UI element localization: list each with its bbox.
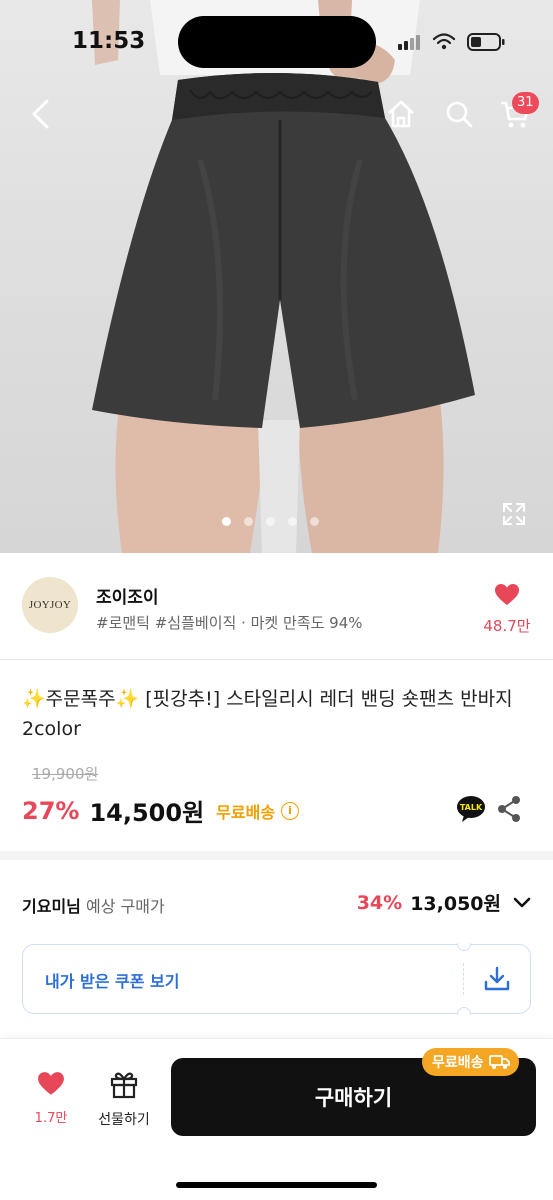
- kakaotalk-share-button[interactable]: TALK: [456, 795, 486, 827]
- expected-price-value: 34% 13,050원: [357, 889, 531, 916]
- search-icon: [446, 101, 473, 128]
- expected-price-caption: 예상 구매가: [85, 897, 165, 916]
- share-icon: [498, 796, 520, 822]
- carousel-indicator: [222, 517, 319, 526]
- carousel-dot[interactable]: [266, 517, 275, 526]
- product-photo: [92, 0, 475, 553]
- dynamic-island: [178, 16, 376, 68]
- carousel-dot[interactable]: [310, 517, 319, 526]
- store-logo[interactable]: JOYJOY: [22, 577, 78, 633]
- expected-price-label: 기요미님 예상 구매가: [22, 893, 165, 917]
- carousel-dot[interactable]: [244, 517, 253, 526]
- status-indicators: [398, 33, 505, 51]
- bottom-action-bar: 1.7만 선물하기 구매하기 무료배송: [0, 1038, 553, 1200]
- expand-image-button[interactable]: [498, 498, 530, 530]
- truck-icon: [488, 1055, 510, 1069]
- coupon-label: 내가 받은 쿠폰 보기: [45, 972, 180, 991]
- user-name: 기요미님: [22, 897, 81, 916]
- store-info[interactable]: JOYJOY 조이조이 #로맨틱 #심플베이직 · 마켓 만족도 94% 48.…: [0, 553, 553, 660]
- expected-price-row[interactable]: 기요미님 예상 구매가 34% 13,050원: [0, 869, 553, 939]
- info-icon[interactable]: i: [281, 801, 300, 820]
- heart-icon: [495, 584, 519, 605]
- home-indicator: [176, 1182, 377, 1188]
- talk-icon: TALK: [457, 796, 485, 822]
- like-count: 1.7만: [34, 1111, 68, 1126]
- back-button[interactable]: [20, 92, 60, 136]
- svg-text:TALK: TALK: [460, 803, 483, 812]
- battery-icon: [467, 33, 505, 51]
- cart-count-badge: 31: [512, 92, 539, 114]
- price-row: 27% 14,500원 무료배송 i: [22, 793, 300, 828]
- free-shipping-badge: 무료배송: [422, 1048, 519, 1076]
- coupon-download-button[interactable]: [483, 965, 511, 997]
- gift-icon: [110, 1072, 138, 1099]
- expected-price: 13,050원: [410, 893, 501, 915]
- home-button[interactable]: [380, 92, 422, 136]
- carousel-dot[interactable]: [288, 517, 297, 526]
- free-shipping-label: 무료배송: [216, 802, 276, 822]
- discount-rate: 27%: [22, 796, 80, 825]
- chevron-left-icon: [32, 99, 49, 129]
- wifi-icon: [432, 33, 456, 45]
- home-icon: [388, 100, 414, 128]
- coupon-notch: [457, 1007, 471, 1015]
- expand-icon: [503, 503, 525, 525]
- carousel-dot[interactable]: [222, 517, 231, 526]
- like-button[interactable]: 1.7만: [24, 1071, 78, 1126]
- status-time: 11:53: [72, 28, 146, 54]
- product-info: ✨주문폭주✨ [핏강추!] 스타일리시 레더 밴딩 숏팬츠 반바지 2color…: [0, 660, 553, 860]
- coupon-divider: [463, 963, 464, 995]
- store-tags: #로맨틱 #심플베이직 · 마켓 만족도 94%: [96, 614, 363, 632]
- store-name[interactable]: 조이조이: [96, 583, 159, 608]
- expected-discount: 34%: [356, 891, 403, 914]
- store-like-button[interactable]: 48.7만: [480, 583, 534, 636]
- product-title: ✨주문폭주✨ [핏강추!] 스타일리시 레더 밴딩 숏팬츠 반바지 2color: [22, 688, 513, 740]
- store-like-count: 48.7만: [483, 617, 531, 635]
- free-shipping-badge-label: 무료배송: [432, 1055, 484, 1071]
- product-image-carousel[interactable]: 11:53 31: [0, 0, 553, 553]
- download-icon: [484, 966, 510, 991]
- sale-price: 14,500원: [89, 799, 205, 827]
- original-price: 19,900원: [32, 765, 99, 783]
- signal-icon: [398, 35, 420, 50]
- heart-icon: [38, 1072, 64, 1095]
- search-button[interactable]: [438, 92, 480, 136]
- coupon-notch: [457, 943, 471, 951]
- gift-button[interactable]: 선물하기: [88, 1069, 160, 1129]
- gift-label: 선물하기: [98, 1112, 150, 1128]
- chevron-down-icon[interactable]: [513, 897, 531, 909]
- coupon-view-button[interactable]: 내가 받은 쿠폰 보기: [22, 943, 531, 1015]
- share-button[interactable]: [496, 795, 522, 827]
